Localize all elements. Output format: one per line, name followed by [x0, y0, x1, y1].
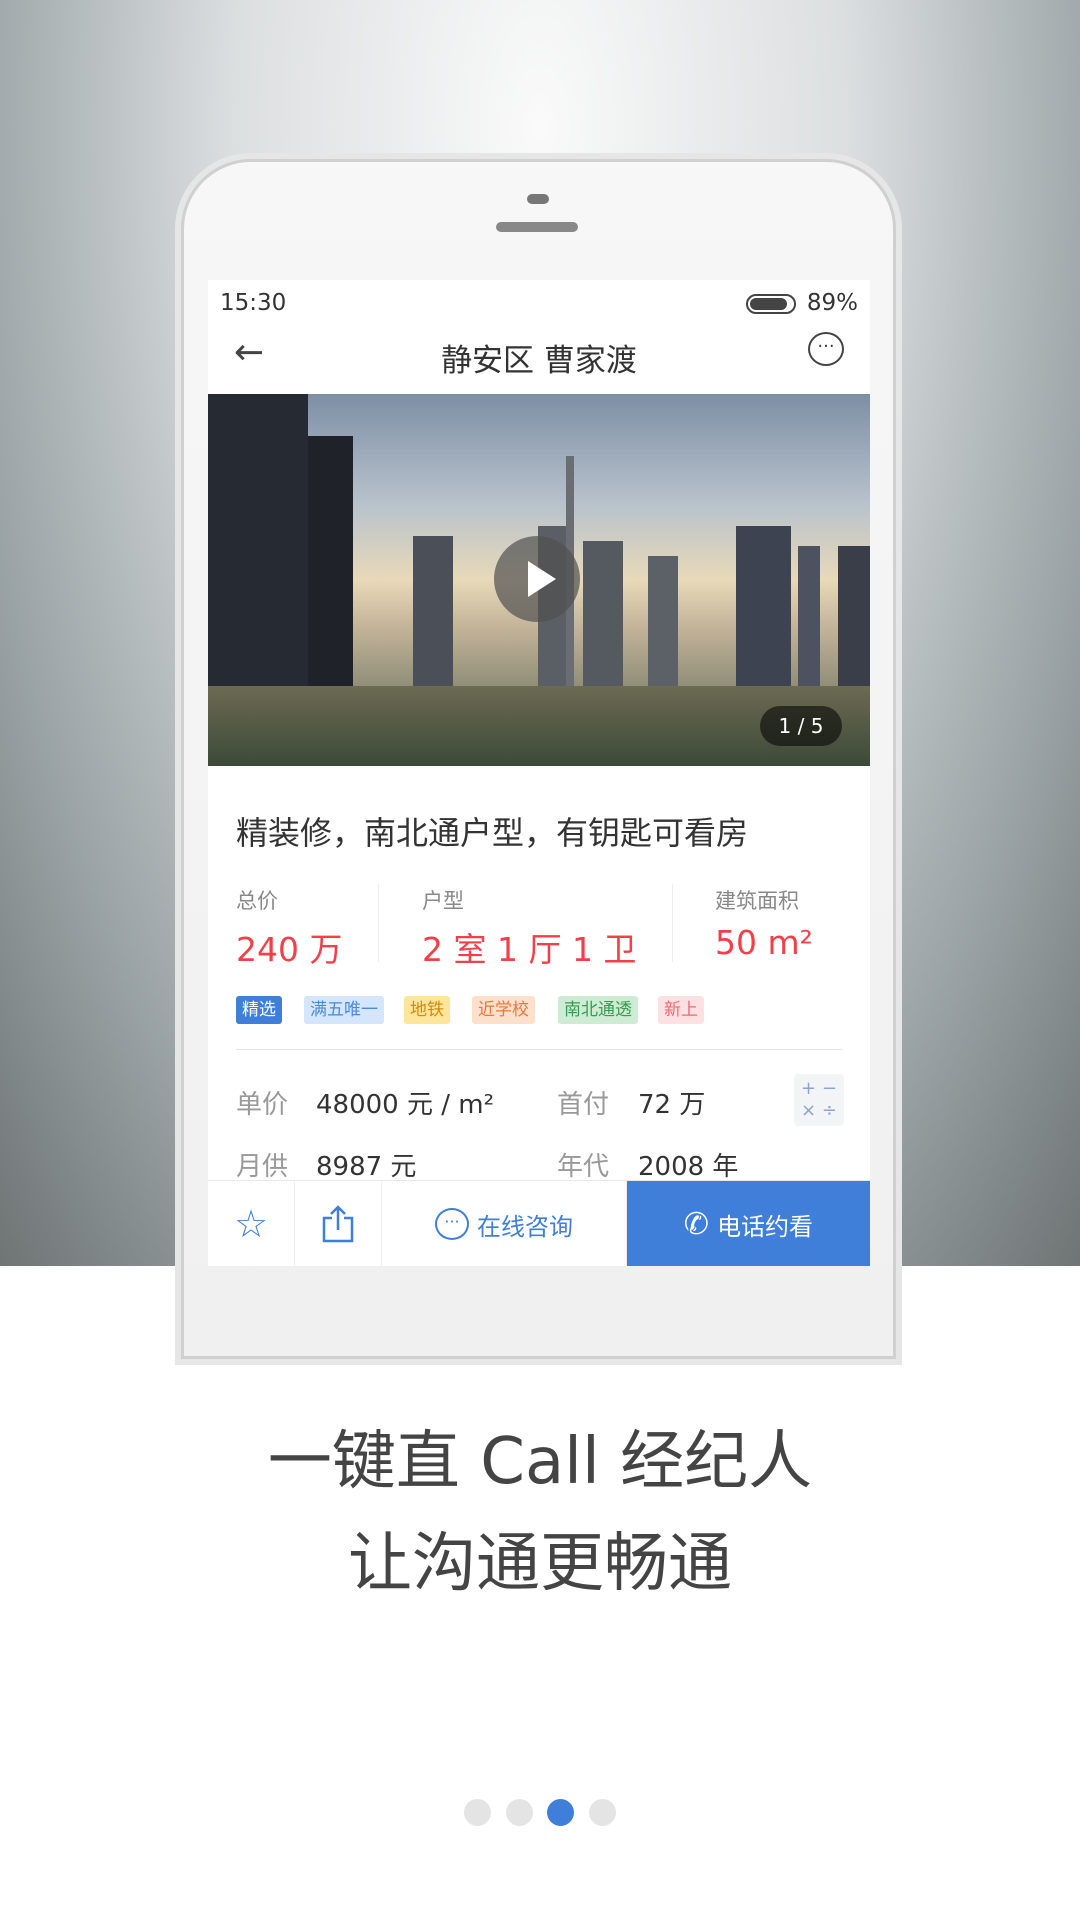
action-bar: ☆ ··· 在线咨询 ✆ 电话约看 — [208, 1180, 870, 1266]
pager-dot[interactable] — [589, 1799, 616, 1826]
call-button[interactable]: ✆ 电话约看 — [627, 1181, 870, 1266]
detail-label: 单价 — [236, 1090, 289, 1120]
battery-percent: 89% — [806, 290, 858, 316]
stat-value: 240 万 — [236, 930, 343, 969]
tag-badge: 满五唯一 — [304, 996, 384, 1024]
consult-button[interactable]: ··· 在线咨询 — [382, 1181, 627, 1266]
promo-headline: 一键直 Call 经纪人 — [267, 1425, 813, 1499]
tag-badge: 精选 — [236, 996, 282, 1024]
stat-label: 建筑面积 — [715, 889, 799, 913]
phone-screen: 15:30 89% ← 静安区 曹家渡 ··· 1 / 5 精装修，南北通户型，… — [208, 280, 870, 1266]
star-icon: ☆ — [233, 1202, 269, 1246]
detail-label: 首付 — [557, 1090, 610, 1120]
chat-bubble-icon: ··· — [435, 1208, 469, 1240]
stat-label: 总价 — [236, 889, 278, 913]
phone-camera — [527, 194, 549, 204]
pager-dot[interactable] — [506, 1799, 533, 1826]
stat-label: 户型 — [422, 889, 464, 913]
divider — [236, 1049, 842, 1050]
calculator-icon[interactable]: + − × ÷ — [794, 1074, 844, 1126]
photo-counter: 1 / 5 — [760, 706, 842, 746]
detail-value: 48000 元 / m² — [316, 1090, 495, 1120]
detail-value: 8987 元 — [316, 1152, 417, 1182]
call-label: 电话约看 — [717, 1212, 814, 1241]
tag-badge: 南北通透 — [558, 996, 638, 1024]
battery-icon — [746, 294, 796, 314]
pager-dot-active[interactable] — [547, 1799, 574, 1826]
favorite-button[interactable]: ☆ — [208, 1181, 295, 1266]
tag-badge: 地铁 — [404, 996, 450, 1024]
detail-value: 72 万 — [638, 1090, 706, 1120]
phone-speaker — [496, 222, 578, 232]
share-button[interactable] — [295, 1181, 382, 1266]
chat-bubble-icon[interactable]: ··· — [808, 332, 844, 366]
stat-value: 50 m² — [715, 923, 813, 962]
tag-badge: 近学校 — [472, 996, 535, 1024]
stat-value: 2 室 1 厅 1 卫 — [422, 930, 637, 969]
promo-subheadline: 让沟通更畅通 — [348, 1527, 732, 1601]
tag-badge: 新上 — [658, 996, 704, 1024]
play-icon[interactable] — [494, 536, 580, 622]
listing-title: 精装修，南北通户型，有钥匙可看房 — [236, 814, 749, 852]
page-title: 静安区 曹家渡 — [441, 343, 637, 379]
pager-dot[interactable] — [464, 1799, 491, 1826]
divider — [672, 884, 673, 962]
detail-label: 年代 — [557, 1152, 610, 1182]
listing-photo[interactable]: 1 / 5 — [208, 394, 870, 766]
phone-icon: ✆ — [683, 1206, 710, 1242]
status-time: 15:30 — [220, 290, 287, 316]
detail-value: 2008 年 — [638, 1152, 739, 1182]
consult-label: 在线咨询 — [477, 1212, 573, 1241]
share-icon — [322, 1205, 354, 1243]
divider — [378, 884, 379, 962]
detail-label: 月供 — [236, 1152, 289, 1182]
